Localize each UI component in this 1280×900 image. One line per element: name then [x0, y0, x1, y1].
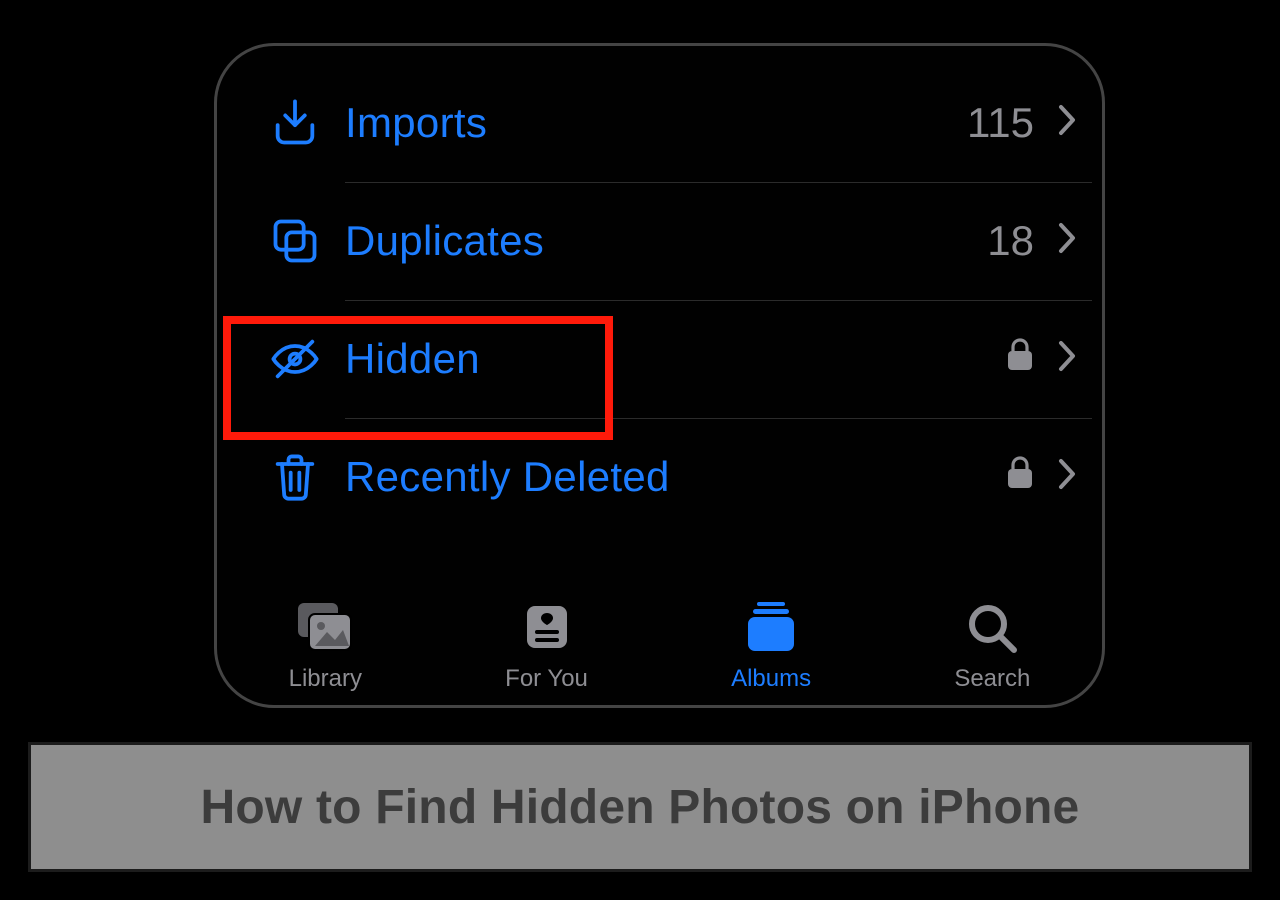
tab-bar: Library For You Albums — [217, 573, 1102, 693]
row-label: Duplicates — [345, 217, 544, 265]
row-label: Recently Deleted — [345, 453, 670, 501]
tab-label: Library — [289, 665, 362, 693]
row-right: 18 — [987, 217, 1082, 265]
row-right: 115 — [967, 99, 1082, 147]
row-duplicates[interactable]: Duplicates 18 — [245, 182, 1082, 300]
tab-label: Albums — [731, 665, 811, 693]
row-hidden[interactable]: Hidden — [245, 300, 1082, 418]
import-icon — [245, 97, 345, 149]
row-label: Hidden — [345, 335, 480, 383]
tab-label: Search — [954, 665, 1030, 693]
duplicates-icon — [245, 215, 345, 267]
row-count: 18 — [987, 217, 1034, 265]
row-right — [1006, 454, 1082, 500]
search-icon — [957, 597, 1027, 657]
albums-icon — [736, 597, 806, 657]
lock-icon — [1006, 336, 1034, 382]
foryou-icon — [512, 597, 582, 657]
row-count: 115 — [967, 99, 1034, 147]
tab-for-you[interactable]: For You — [505, 597, 588, 693]
tab-search[interactable]: Search — [954, 597, 1030, 693]
utilities-list: Imports 115 Duplicates 18 — [237, 64, 1082, 536]
chevron-right-icon — [1058, 455, 1076, 500]
chevron-right-icon — [1058, 337, 1076, 382]
trash-icon — [245, 451, 345, 503]
tab-albums[interactable]: Albums — [731, 597, 811, 693]
library-icon — [290, 597, 360, 657]
photos-albums-panel: Imports 115 Duplicates 18 — [214, 43, 1105, 708]
row-label: Imports — [345, 99, 487, 147]
chevron-right-icon — [1058, 219, 1076, 264]
chevron-right-icon — [1058, 101, 1076, 146]
caption-bar: How to Find Hidden Photos on iPhone — [28, 742, 1252, 872]
hidden-eye-icon — [245, 333, 345, 385]
row-imports[interactable]: Imports 115 — [245, 64, 1082, 182]
tab-label: For You — [505, 665, 588, 693]
row-right — [1006, 336, 1082, 382]
caption-text: How to Find Hidden Photos on iPhone — [201, 780, 1080, 835]
row-recently-deleted[interactable]: Recently Deleted — [245, 418, 1082, 536]
lock-icon — [1006, 454, 1034, 500]
tab-library[interactable]: Library — [289, 597, 362, 693]
